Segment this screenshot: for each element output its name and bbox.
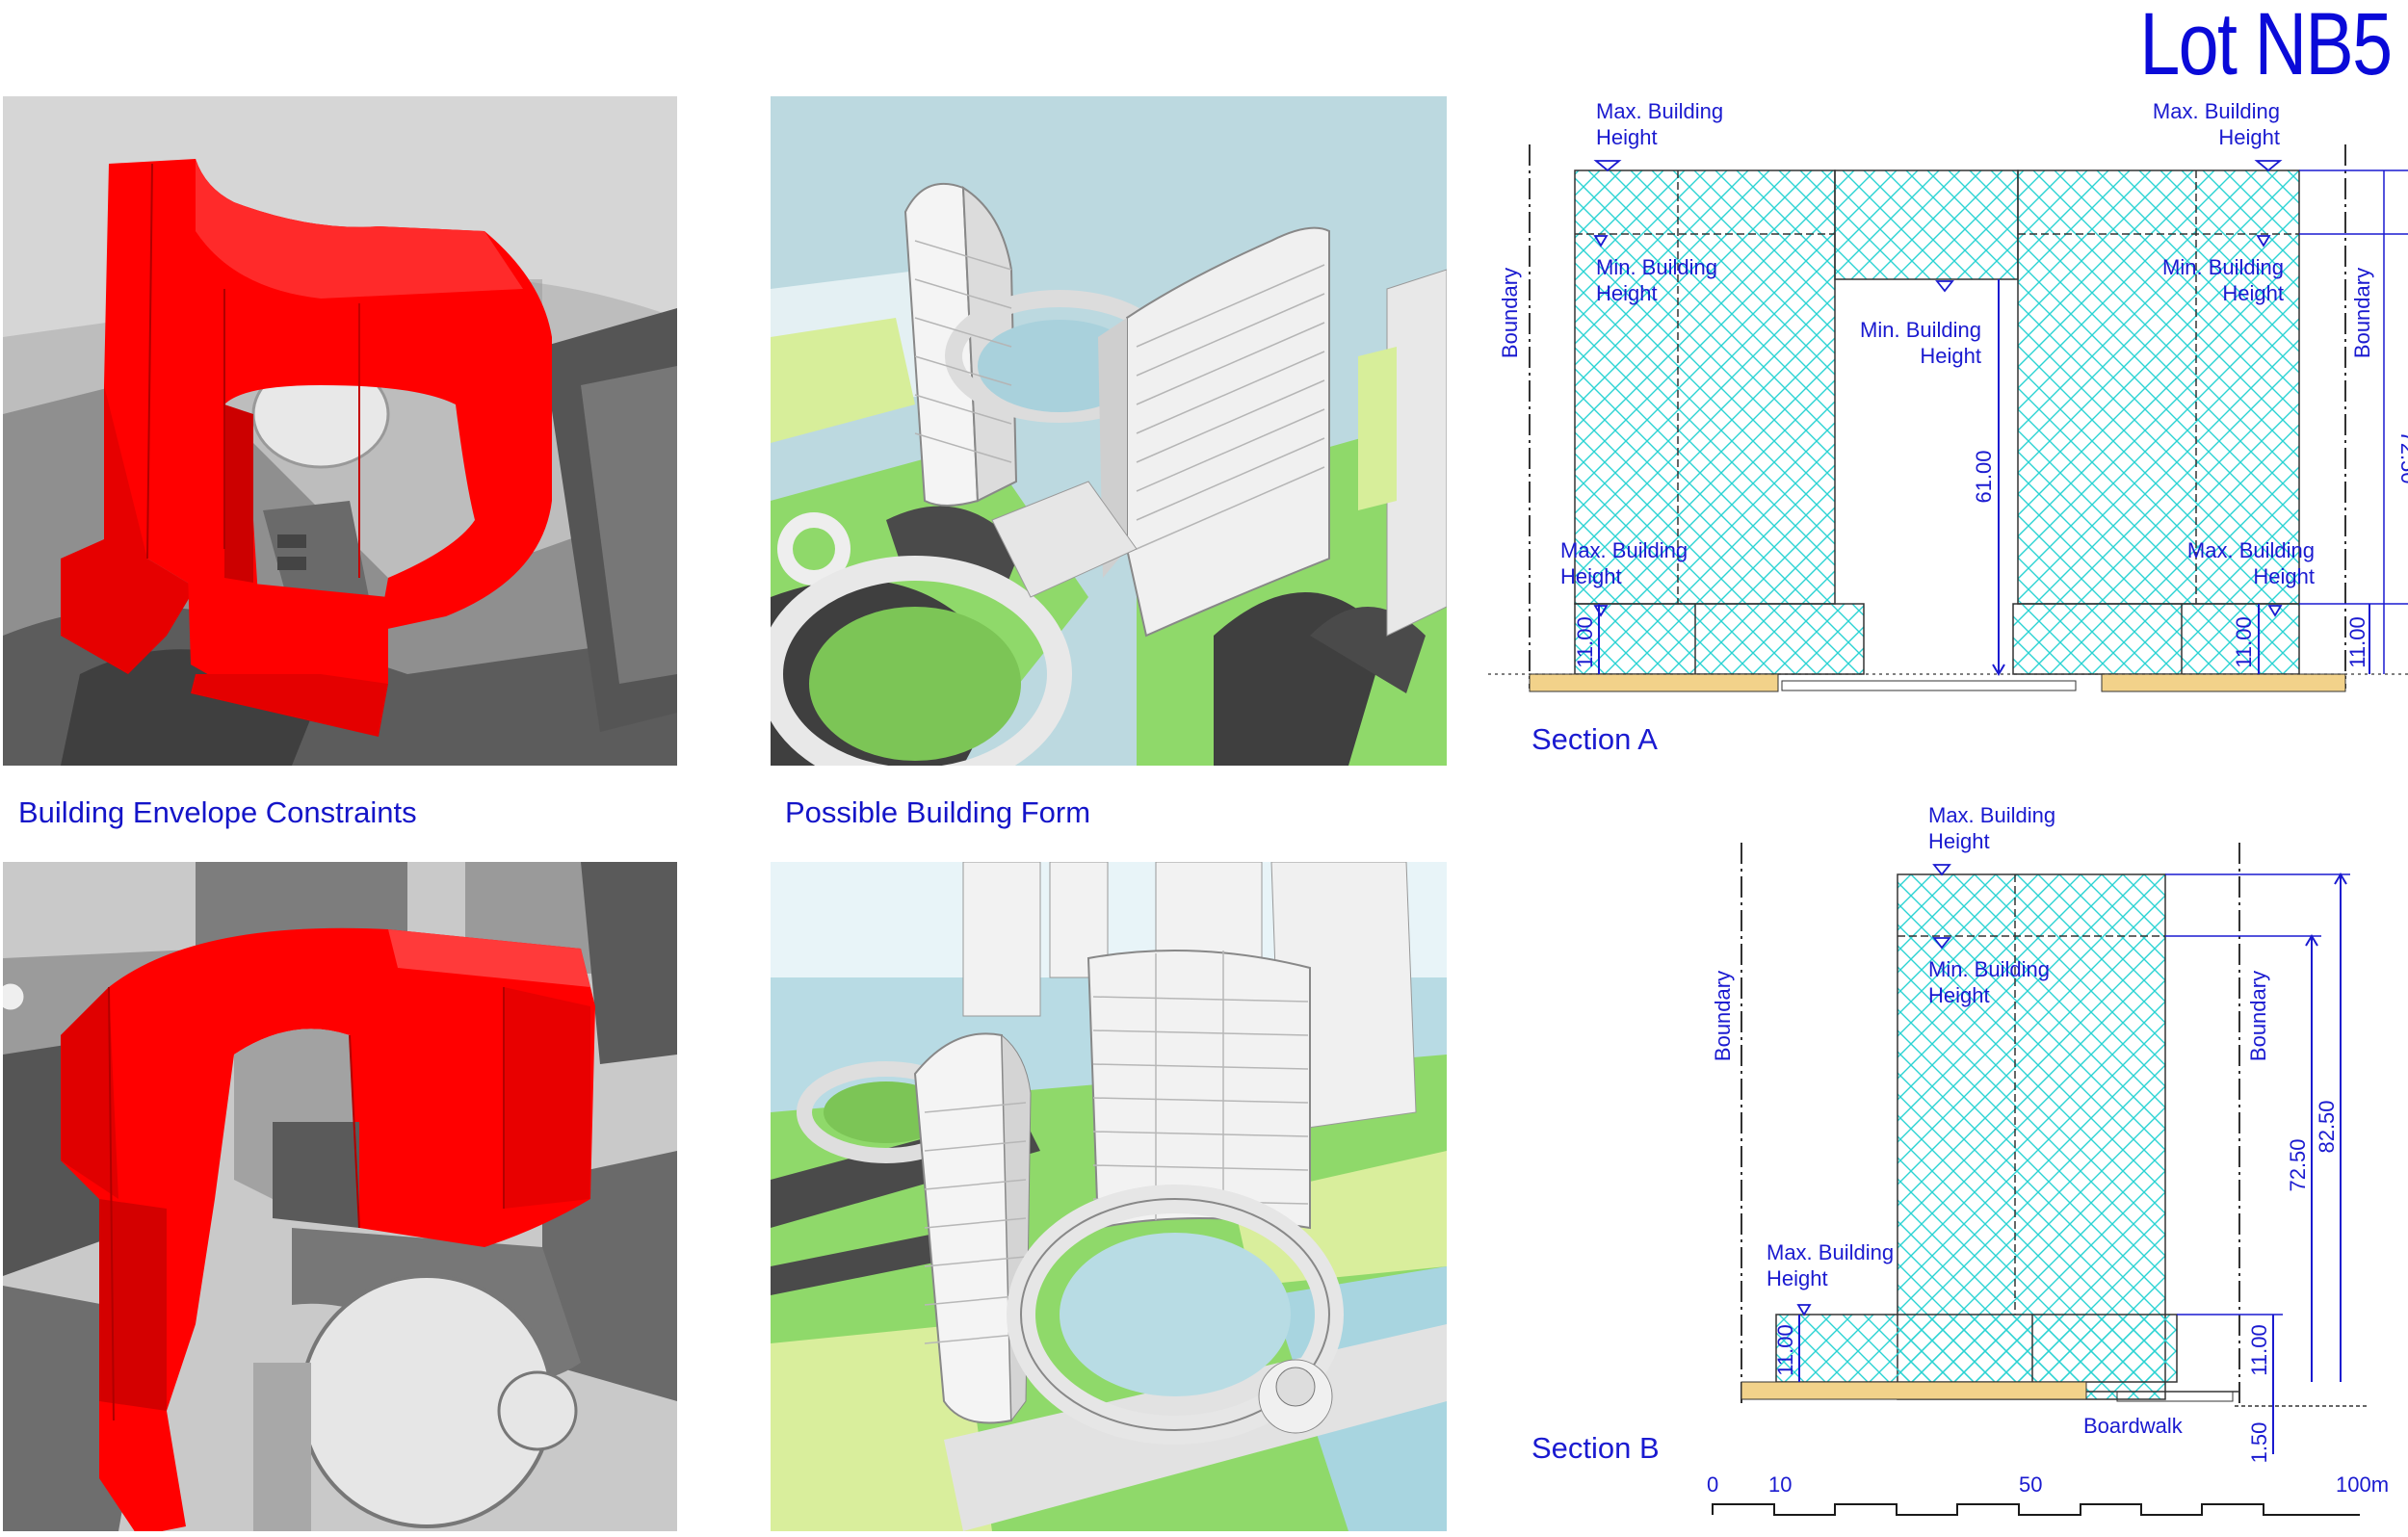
envelope-view-top <box>3 96 677 766</box>
b-dim-podium-right: 11.00 <box>2247 1324 2271 1375</box>
a-min-left-l1: Min. Building <box>1596 255 1717 279</box>
a-max-right-l1: Max. Building <box>2153 99 2280 123</box>
a-boundary-left: Boundary <box>1498 268 1522 358</box>
scale-tick-50: 50 <box>2019 1472 2042 1497</box>
dim-center-61: 61.00 <box>1972 450 1996 503</box>
b-min-l1: Min. Building <box>1928 957 2050 981</box>
a-podium-max-right-l1: Max. Building <box>2187 538 2315 562</box>
b-max-l1: Max. Building <box>1928 803 2055 827</box>
b-boundary-left: Boundary <box>1711 971 1735 1061</box>
envelope-view-bottom <box>3 862 677 1531</box>
a-podium-max-left-l1: Max. Building <box>1560 538 1688 562</box>
b-boardwalk: Boardwalk <box>2083 1414 2184 1438</box>
a-max-right-l2: Height <box>2218 125 2280 149</box>
b-dim-base: 1.50 <box>2247 1422 2271 1464</box>
b-podium-max-l2: Height <box>1767 1266 1828 1290</box>
b-dim-min: 72.50 <box>2286 1138 2310 1191</box>
b-min-l2: Height <box>1928 983 1990 1007</box>
b-podium-max-l1: Max. Building <box>1767 1240 1894 1264</box>
a-podium-max-right-l2: Height <box>2253 564 2315 588</box>
a-min-left-l2: Height <box>1596 281 1658 305</box>
page-title: Lot NB5 <box>2138 0 2393 93</box>
a-podium-max-left-l2: Height <box>1560 564 1622 588</box>
dim-right-tower: 72.50 <box>2396 430 2408 483</box>
section-a-label: Section A <box>1531 722 1658 756</box>
section-a-drawing: 61.00 11.00 11.00 11.00 72.50 Max. Build… <box>1488 99 2408 692</box>
a-min-right-l2: Height <box>2222 281 2284 305</box>
scale-tick-100m: 100m <box>2336 1472 2389 1497</box>
dim-podium-left: 11.00 <box>1573 616 1597 667</box>
form-view-top <box>771 96 1447 766</box>
a-min-center-l2: Height <box>1920 344 1981 368</box>
dim-podium-right: 11.00 <box>2232 616 2256 667</box>
scale-bar: 0 10 50 100m <box>1707 1472 2389 1516</box>
a-max-left-l2: Height <box>1596 125 1658 149</box>
a-max-left-l1: Max. Building <box>1596 99 1723 123</box>
a-boundary-right: Boundary <box>2350 268 2374 358</box>
form-view-bottom <box>771 862 1447 1531</box>
a-min-right-l1: Min. Building <box>2162 255 2284 279</box>
scale-tick-0: 0 <box>1707 1472 1718 1497</box>
b-dim-max: 82.50 <box>2315 1100 2339 1153</box>
b-boundary-right: Boundary <box>2246 971 2270 1061</box>
scale-tick-10: 10 <box>1768 1472 1792 1497</box>
section-b-label: Section B <box>1531 1431 1660 1465</box>
b-max-l2: Height <box>1928 829 1990 853</box>
a-min-center-l1: Min. Building <box>1860 318 1981 342</box>
dim-podium-edge: 11.00 <box>2345 616 2369 667</box>
envelope-caption: Building Envelope Constraints <box>18 795 417 829</box>
form-caption: Possible Building Form <box>785 795 1091 829</box>
b-dim-podium-left: 11.00 <box>1773 1324 1797 1375</box>
section-b-drawing: 82.50 72.50 11.00 11.00 1.50 Max. Buildi… <box>1711 803 2369 1464</box>
